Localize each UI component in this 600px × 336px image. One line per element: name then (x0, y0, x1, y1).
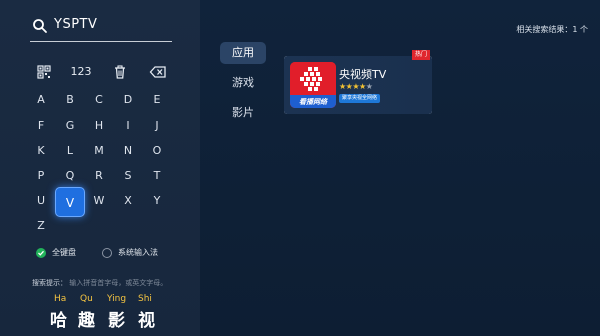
pinyin-2: Qu (80, 294, 93, 304)
hanzi-2: 趣 (78, 311, 95, 331)
pinyin-4: Shi (138, 294, 152, 304)
full-keyboard-option[interactable]: 全键盘 (36, 247, 96, 261)
input-mode-row: 全键盘 系统输入法 (36, 247, 196, 261)
key-f[interactable]: F (27, 115, 55, 137)
key-e[interactable]: E (143, 89, 171, 111)
hanzi-4: 视 (138, 311, 155, 331)
key-s[interactable]: S (114, 165, 142, 187)
search-hint: 搜索提示： 输入拼音首字母，或英文字母。 (32, 278, 167, 288)
star-icon: ★ (339, 82, 346, 91)
trash-icon (113, 65, 127, 82)
key-b[interactable]: B (56, 89, 84, 111)
key-p[interactable]: P (27, 165, 55, 187)
pinyin-1: Ha (54, 294, 67, 304)
search-query: YSPTV (54, 17, 98, 32)
key-a[interactable]: A (27, 89, 55, 111)
qr-code-key[interactable] (32, 62, 56, 82)
tab-movies[interactable]: 影片 (220, 102, 266, 124)
key-n[interactable]: N (114, 140, 142, 162)
hint-text: 输入拼音首字母，或英文字母。 (69, 279, 168, 287)
qr-code-icon (37, 65, 51, 82)
key-x[interactable]: X (114, 190, 142, 212)
key-y[interactable]: Y (143, 190, 171, 212)
backspace-icon (149, 66, 167, 82)
result-count: 相关搜索结果：1 个 (516, 25, 588, 34)
search-icon (32, 18, 48, 34)
numeric-key[interactable]: 123 (66, 62, 96, 82)
key-g[interactable]: G (56, 115, 84, 137)
backspace-key[interactable] (146, 62, 170, 82)
function-key-row: 123 (0, 62, 200, 82)
key-w[interactable]: W (85, 190, 113, 212)
clear-key[interactable] (108, 62, 132, 82)
app-name: 央视频TV (339, 68, 387, 81)
key-j[interactable]: J (143, 115, 171, 137)
key-t[interactable]: T (143, 165, 171, 187)
key-l[interactable]: L (56, 140, 84, 162)
full-keyboard-label: 全键盘 (52, 248, 76, 257)
hanzi-1: 哈 (50, 311, 67, 331)
example-hanzi: 哈 趣 影 视 (46, 306, 176, 331)
key-m[interactable]: M (85, 140, 113, 162)
system-ime-label: 系统输入法 (118, 248, 158, 257)
key-k[interactable]: K (27, 140, 55, 162)
key-r[interactable]: R (85, 165, 113, 187)
rating-stars: ★★★★★ (339, 82, 373, 91)
key-u[interactable]: U (27, 190, 55, 212)
key-c[interactable]: C (85, 89, 113, 111)
app-tag: 聚享央视全网络 (339, 94, 381, 103)
app-icon-text: 看播网络 (299, 98, 327, 106)
pinyin-3: Ying (107, 294, 127, 304)
search-bar[interactable]: YSPTV (30, 14, 172, 42)
key-d[interactable]: D (114, 89, 142, 111)
star-empty-icon: ★ (365, 82, 373, 91)
example-pinyin: Ha Qu Ying Shi (50, 294, 170, 306)
key-h[interactable]: H (85, 115, 113, 137)
check-icon (36, 248, 46, 258)
hint-prefix: 搜索提示： (32, 279, 67, 287)
key-i[interactable]: I (114, 115, 142, 137)
star-icon: ★ (359, 82, 366, 91)
hanzi-3: 影 (108, 311, 125, 331)
system-ime-option[interactable]: 系统输入法 (102, 247, 192, 261)
hot-badge: 热门 (411, 50, 430, 60)
key-o[interactable]: O (143, 140, 171, 162)
key-q[interactable]: Q (56, 165, 84, 187)
radio-empty-icon (102, 248, 112, 258)
app-result-card[interactable]: 热门 看播网络 央视频TV ★★★★★ 聚享央视全网络 (284, 50, 432, 114)
key-v[interactable]: V (55, 187, 85, 217)
key-z[interactable]: Z (27, 215, 55, 237)
star-icon: ★ (352, 82, 360, 91)
cctv-app-icon: 看播网络 (290, 62, 336, 108)
tab-apps[interactable]: 应用 (220, 42, 266, 64)
tab-games[interactable]: 游戏 (220, 72, 266, 94)
